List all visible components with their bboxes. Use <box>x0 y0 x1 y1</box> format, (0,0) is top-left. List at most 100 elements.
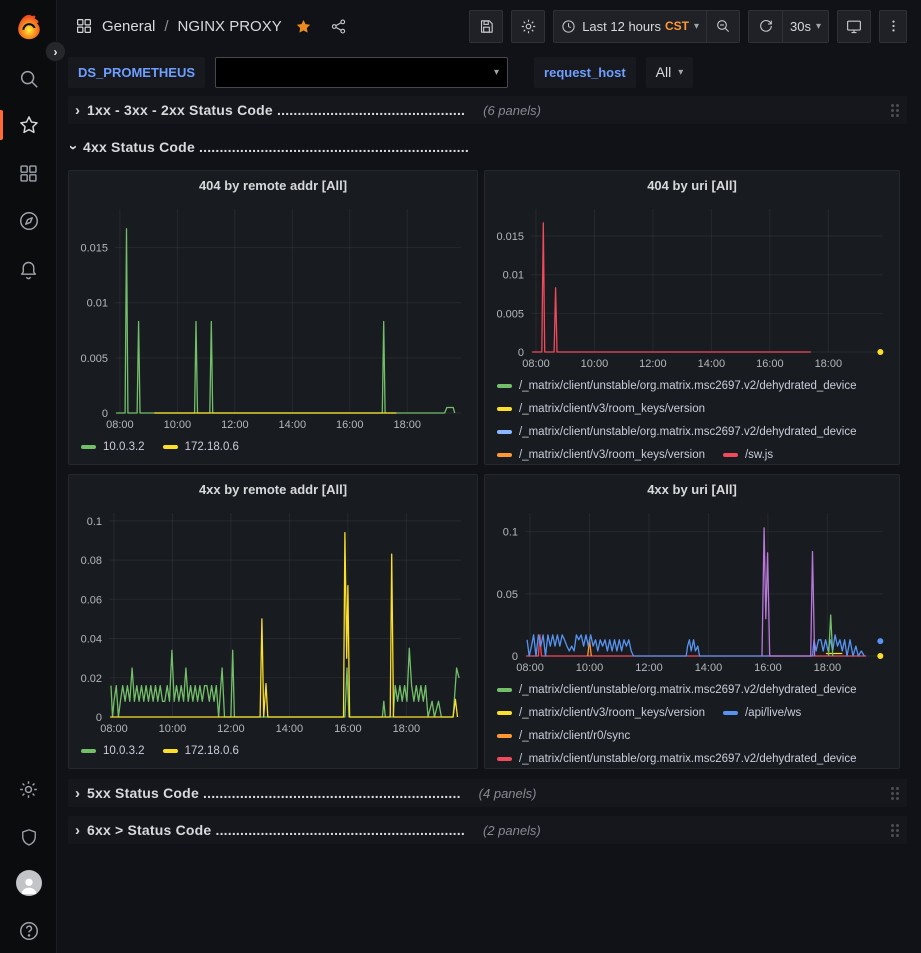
panel-title[interactable]: 404 by uri [All] <box>485 171 899 199</box>
row-title: 6xx > Status Code ......................… <box>87 822 465 838</box>
svg-text:12:00: 12:00 <box>221 419 249 431</box>
submenu-variables: DS_PROMETHEUS ▾ request_host All ▾ <box>57 52 921 92</box>
gear-icon <box>520 18 537 35</box>
legend-swatch <box>497 384 512 388</box>
svg-text:18:00: 18:00 <box>815 358 843 370</box>
legend-item[interactable]: 172.18.0.6 <box>163 745 239 757</box>
svg-text:12:00: 12:00 <box>639 358 667 370</box>
legend-row: /_matrix/client/v3/room_keys/version <box>497 397 887 420</box>
sidebar-item-search[interactable] <box>0 62 57 96</box>
legend-row: /_matrix/client/unstable/org.matrix.msc2… <box>497 374 887 397</box>
refresh-button[interactable] <box>748 10 782 43</box>
panel-grid: 404 by remote addr [All] 00.0050.010.015… <box>68 170 907 769</box>
panel-title[interactable]: 404 by remote addr [All] <box>69 171 477 199</box>
dashboard-settings-button[interactable] <box>511 10 545 43</box>
favorite-star-button[interactable] <box>295 18 312 35</box>
search-icon <box>18 68 40 90</box>
variable-host-value-dropdown[interactable]: All ▾ <box>646 57 694 88</box>
row-drag-handle[interactable] <box>891 104 899 117</box>
sidebar <box>0 0 57 953</box>
sidebar-item-dashboards[interactable] <box>0 156 57 190</box>
svg-text:12:00: 12:00 <box>635 662 663 674</box>
sidebar-item-server-admin[interactable] <box>0 820 57 854</box>
save-dashboard-button[interactable] <box>469 10 503 43</box>
refresh-interval-picker[interactable]: 30s ▾ <box>782 10 829 43</box>
row-panel-count: (2 panels) <box>483 823 541 838</box>
chevron-down-icon: ▾ <box>816 21 821 32</box>
legend-item[interactable]: 172.18.0.6 <box>163 441 239 453</box>
variable-ds-value-dropdown[interactable]: ▾ <box>215 57 508 88</box>
variable-host-label[interactable]: request_host <box>534 57 636 88</box>
legend-item[interactable]: /_matrix/client/r0/sync <box>497 730 630 742</box>
row-title: 4xx Status Code ........................… <box>83 139 469 155</box>
svg-text:14:00: 14:00 <box>279 419 307 431</box>
help-icon <box>18 920 40 942</box>
svg-text:14:00: 14:00 <box>695 662 723 674</box>
legend-row: /_matrix/client/v3/room_keys/version/api… <box>497 701 887 724</box>
legend-item[interactable]: /_matrix/client/unstable/org.matrix.msc2… <box>497 380 857 392</box>
legend-item[interactable]: /api/live/ws <box>723 707 801 719</box>
legend-item[interactable]: /_matrix/client/unstable/org.matrix.msc2… <box>497 426 857 438</box>
timezone-label: CST <box>665 19 689 33</box>
legend: /_matrix/client/unstable/org.matrix.msc2… <box>485 372 899 464</box>
cycle-view-mode-button[interactable] <box>837 10 871 43</box>
legend-label: /_matrix/client/unstable/org.matrix.msc2… <box>519 684 857 696</box>
legend-row: /_matrix/client/unstable/org.matrix.msc2… <box>497 678 887 701</box>
legend-item[interactable]: /_matrix/client/v3/room_keys/version <box>497 403 705 415</box>
panel-title[interactable]: 4xx by remote addr [All] <box>69 475 477 503</box>
row-drag-handle[interactable] <box>891 787 899 800</box>
legend-item[interactable]: /sw.js <box>723 449 773 461</box>
sidebar-item-profile[interactable] <box>0 866 57 900</box>
sidebar-item-starred[interactable] <box>0 108 57 142</box>
svg-text:14:00: 14:00 <box>698 358 726 370</box>
svg-text:0.04: 0.04 <box>81 634 102 646</box>
sidebar-item-help[interactable] <box>0 914 57 948</box>
legend-label: /_matrix/client/v3/room_keys/version <box>519 403 705 415</box>
svg-text:08:00: 08:00 <box>522 358 550 370</box>
panel-title[interactable]: 4xx by uri [All] <box>485 475 899 503</box>
variable-ds-label[interactable]: DS_PROMETHEUS <box>68 57 205 88</box>
chart-404-by-uri[interactable]: 00.0050.010.01508:0010:0012:0014:0016:00… <box>489 199 895 372</box>
time-range-picker[interactable]: Last 12 hours CST ▾ <box>553 10 706 43</box>
legend-swatch <box>163 445 178 449</box>
row-5xx[interactable]: › 5xx Status Code ......................… <box>68 779 907 807</box>
sidebar-item-configuration[interactable] <box>0 772 57 806</box>
legend-item[interactable]: /_matrix/client/v3/room_keys/version <box>497 449 705 461</box>
svg-text:08:00: 08:00 <box>100 723 128 735</box>
zoom-out-time-button[interactable] <box>706 10 740 43</box>
svg-text:0.06: 0.06 <box>81 594 102 606</box>
legend-label: /_matrix/client/unstable/org.matrix.msc2… <box>519 753 857 765</box>
sidebar-item-explore[interactable] <box>0 204 57 238</box>
star-filled-icon <box>295 18 312 35</box>
svg-text:18:00: 18:00 <box>814 662 842 674</box>
more-options-button[interactable] <box>879 10 907 43</box>
share-button[interactable] <box>330 18 347 35</box>
legend: 10.0.3.2 172.18.0.6 <box>69 737 477 768</box>
legend-item[interactable]: /_matrix/client/v3/room_keys/version <box>497 707 705 719</box>
dashboard-canvas: › 1xx - 3xx - 2xx Status Code ..........… <box>57 92 921 953</box>
grafana-logo[interactable] <box>0 10 57 44</box>
sidebar-item-alerting[interactable] <box>0 252 57 286</box>
row-4xx[interactable]: › 4xx Status Code ......................… <box>68 133 907 161</box>
row-6xx[interactable]: › 6xx > Status Code ....................… <box>68 816 907 844</box>
legend-item[interactable]: 10.0.3.2 <box>81 441 145 453</box>
row-drag-handle[interactable] <box>891 824 899 837</box>
svg-text:0.1: 0.1 <box>87 516 102 528</box>
svg-text:0.01: 0.01 <box>503 270 524 282</box>
breadcrumb-dashboard-title[interactable]: NGINX PROXY <box>178 18 282 35</box>
gear-icon <box>18 779 39 800</box>
time-controls: Last 12 hours CST ▾ <box>553 10 740 43</box>
legend-item[interactable]: /_matrix/client/unstable/org.matrix.msc2… <box>497 684 857 696</box>
breadcrumb-folder[interactable]: General <box>102 18 155 35</box>
chart-404-by-remote-addr[interactable]: 00.0050.010.01508:0010:0012:0014:0016:00… <box>73 199 473 433</box>
legend-item[interactable]: 10.0.3.2 <box>81 745 145 757</box>
svg-text:16:00: 16:00 <box>336 419 364 431</box>
sidebar-expand-button[interactable]: › <box>45 41 66 62</box>
legend-label: /_matrix/client/unstable/org.matrix.msc2… <box>519 426 857 438</box>
legend-swatch <box>497 757 512 761</box>
chevron-down-icon: ▾ <box>694 21 699 32</box>
row-1xx-3xx-2xx[interactable]: › 1xx - 3xx - 2xx Status Code ..........… <box>68 96 907 124</box>
legend-item[interactable]: /_matrix/client/unstable/org.matrix.msc2… <box>497 753 857 765</box>
chart-4xx-by-remote-addr[interactable]: 00.020.040.060.080.108:0010:0012:0014:00… <box>73 503 473 737</box>
chart-4xx-by-uri[interactable]: 00.050.108:0010:0012:0014:0016:0018:00 <box>489 503 895 676</box>
